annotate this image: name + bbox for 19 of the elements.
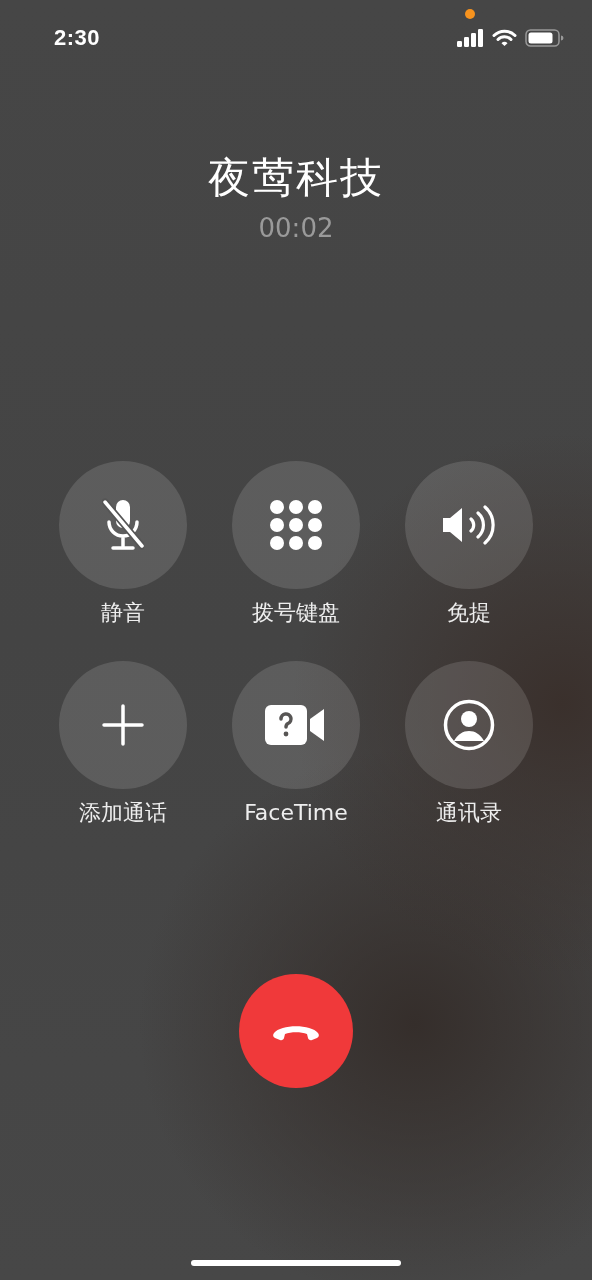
muted-microphone-icon (102, 498, 144, 552)
keypad-icon (270, 500, 322, 550)
privacy-indicator-icon (465, 9, 475, 19)
plus-icon (102, 704, 144, 746)
control-label: 静音 (101, 599, 145, 627)
caller-name: 夜莺科技 (208, 153, 384, 203)
control-label: 拨号键盘 (252, 599, 340, 627)
control-label: FaceTime (244, 799, 348, 827)
control-label: 免提 (447, 599, 491, 627)
battery-icon (525, 29, 564, 47)
contact-icon (443, 699, 495, 751)
video-camera-icon (265, 704, 327, 746)
signal-icon (457, 29, 484, 47)
speaker-icon (441, 505, 497, 545)
call-duration: 00:02 (258, 213, 334, 243)
control-label: 添加通话 (79, 799, 167, 827)
control-label: 通讯录 (436, 799, 502, 827)
status-time: 2:30 (54, 25, 101, 51)
wifi-icon (492, 29, 517, 47)
